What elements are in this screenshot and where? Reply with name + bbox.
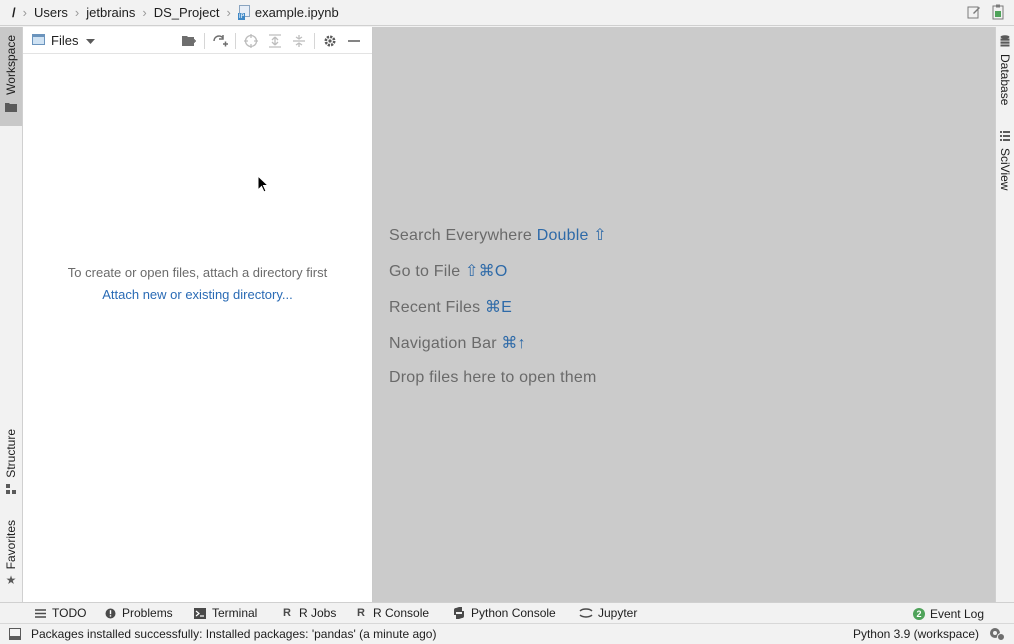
empty-state-message: To create or open files, attach a direct…: [67, 265, 328, 280]
status-message[interactable]: Packages installed successfully: Install…: [31, 627, 436, 641]
problems-icon: [103, 606, 117, 620]
collapse-all-icon[interactable]: [287, 32, 311, 50]
python-interpreter[interactable]: Python 3.9 (workspace): [853, 627, 979, 641]
toggle-tool-windows-icon[interactable]: [9, 628, 21, 640]
hint-shortcut: ⌘E: [484, 299, 513, 316]
tab-problems[interactable]: Problems: [103, 603, 173, 624]
mouse-cursor-icon: [257, 174, 270, 196]
tab-sciview[interactable]: SciView: [996, 129, 1014, 190]
tab-todo-label: TODO: [52, 606, 87, 620]
breadcrumb-item-jetbrains[interactable]: jetbrains: [86, 5, 135, 20]
tab-sciview-label: SciView: [998, 148, 1012, 191]
locate-icon[interactable]: [239, 32, 263, 50]
chevron-right-icon: ›: [22, 5, 27, 20]
tab-python-console-label: Python Console: [471, 606, 556, 620]
files-panel: Files To create or open files, attach a …: [23, 27, 373, 602]
right-tool-strip: Database SciView: [995, 27, 1014, 602]
folder-icon: [5, 100, 17, 115]
tab-python-console[interactable]: Python Console: [452, 603, 556, 624]
editor-empty-area: Search Everywhere Double ⇧ Go to File ⇧⌘…: [373, 27, 995, 602]
gear-icon[interactable]: [318, 32, 342, 50]
clipboard-icon[interactable]: [990, 4, 1006, 20]
files-view-selector[interactable]: Files: [32, 32, 96, 48]
tab-favorites-label: Favorites: [4, 520, 18, 570]
tab-structure[interactable]: Structure: [0, 429, 22, 504]
event-log-label: Event Log: [929, 606, 984, 621]
new-folder-icon[interactable]: [177, 32, 201, 50]
r-jobs-icon: R: [283, 607, 291, 619]
tab-terminal-label: Terminal: [212, 606, 258, 620]
tab-workspace-label: Workspace: [4, 35, 18, 95]
navigation-bar: / › Users › jetbrains › DS_Project › IP …: [0, 0, 1014, 26]
hint-drop-files: Drop files here to open them: [389, 369, 597, 386]
tab-problems-label: Problems: [122, 606, 173, 620]
tab-jupyter-label: Jupyter: [598, 606, 638, 620]
bottom-tool-bar: TODO Problems Terminal R R Jobs R R Cons…: [0, 602, 1014, 623]
breadcrumb-item-users[interactable]: Users: [34, 5, 68, 20]
tab-database-label: Database: [998, 54, 1012, 106]
hint-search-everywhere: Search Everywhere Double ⇧: [389, 227, 607, 244]
toolbar-divider: [204, 33, 205, 49]
hint-go-to-file: Go to File ⇧⌘O: [389, 263, 508, 280]
hint-recent-files: Recent Files ⌘E: [389, 299, 513, 316]
toolbar-divider: [314, 33, 315, 49]
hint-navigation-bar: Navigation Bar ⌘↑: [389, 335, 526, 352]
tab-workspace[interactable]: Workspace: [0, 27, 22, 126]
breadcrumb-item-file[interactable]: IP example.ipynb: [237, 5, 339, 20]
database-icon: [1000, 35, 1010, 50]
python-icon: [452, 606, 466, 620]
left-tool-strip: Workspace Structure Favorites ★: [0, 27, 23, 602]
notebook-file-icon: IP: [237, 5, 251, 20]
jupyter-icon: [579, 606, 593, 620]
status-bar: Packages installed successfully: Install…: [0, 623, 1014, 644]
tab-r-console-label: R Console: [373, 606, 430, 620]
r-console-icon: R: [357, 607, 365, 619]
tab-r-jobs[interactable]: R R Jobs: [280, 603, 336, 624]
tab-structure-label: Structure: [4, 429, 18, 478]
tab-r-console[interactable]: R R Console: [354, 603, 429, 624]
tab-database[interactable]: Database: [996, 35, 1014, 105]
files-panel-body: To create or open files, attach a direct…: [23, 54, 372, 602]
tab-favorites[interactable]: Favorites ★: [0, 520, 22, 595]
chevron-right-icon: ›: [142, 5, 147, 20]
inspector-icon[interactable]: [989, 627, 1005, 644]
files-toolbar: [177, 32, 366, 50]
hint-shortcut: ⇧⌘O: [465, 263, 508, 280]
event-log-tab[interactable]: 2 Event Log: [912, 603, 984, 624]
tab-r-jobs-label: R Jobs: [299, 606, 337, 620]
files-view-icon: [32, 33, 45, 48]
sciview-icon: [1000, 129, 1010, 144]
event-count-badge: 2: [912, 607, 925, 620]
breadcrumb-file-label: example.ipynb: [254, 5, 339, 20]
tab-todo[interactable]: TODO: [33, 603, 86, 624]
edit-icon[interactable]: [966, 4, 982, 20]
terminal-icon: [193, 606, 207, 620]
minimize-icon[interactable]: [342, 32, 366, 50]
structure-icon: [6, 482, 16, 497]
hint-shortcut: ⌘↑: [501, 335, 526, 352]
chevron-right-icon: ›: [226, 5, 231, 20]
hint-shortcut: Double ⇧: [536, 227, 607, 244]
chevron-down-icon: [86, 33, 96, 48]
tab-jupyter[interactable]: Jupyter: [579, 603, 637, 624]
chevron-right-icon: ›: [74, 5, 80, 20]
expand-all-icon[interactable]: [263, 32, 287, 50]
files-panel-header: Files: [23, 27, 372, 54]
breadcrumb-root[interactable]: /: [12, 5, 16, 20]
list-icon: [33, 606, 47, 620]
tab-terminal[interactable]: Terminal: [193, 603, 257, 624]
attach-directory-link[interactable]: Attach new or existing directory...: [23, 287, 372, 302]
sync-add-icon[interactable]: [208, 32, 232, 50]
breadcrumb-item-ds-project[interactable]: DS_Project: [154, 5, 220, 20]
star-icon: ★: [5, 573, 17, 588]
toolbar-divider: [235, 33, 236, 49]
files-panel-title: Files: [51, 32, 79, 48]
